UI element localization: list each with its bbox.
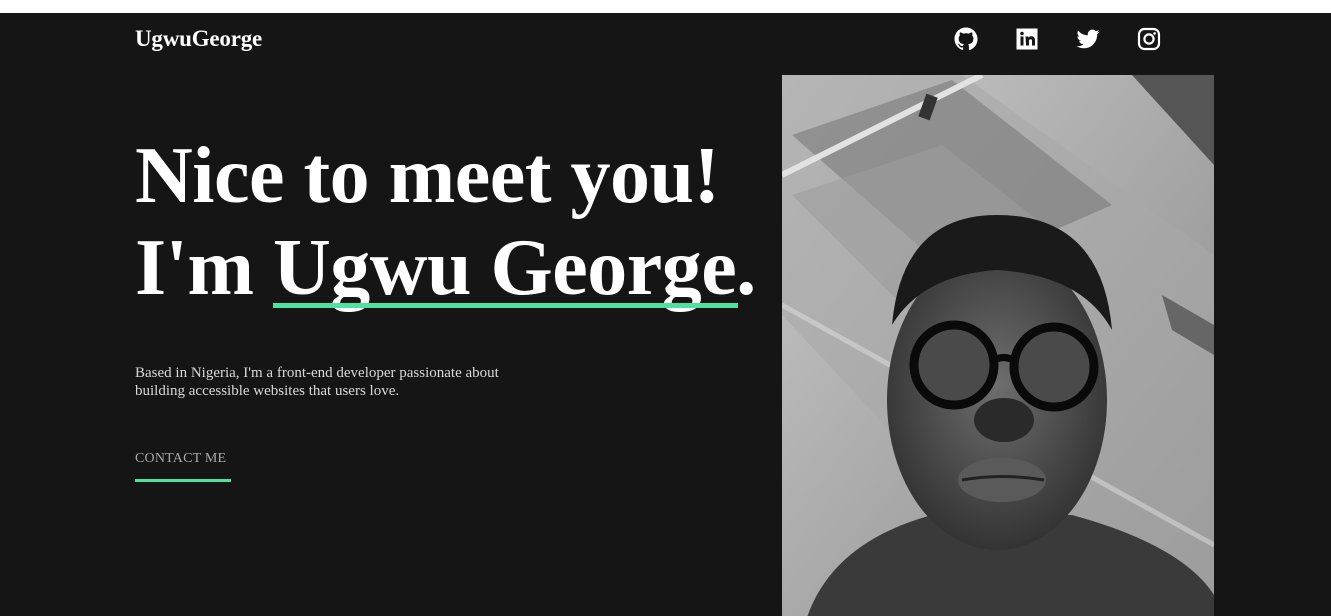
page: UgwuGeorge Nice to meet you! I'm Ugwu Ge… — [0, 13, 1331, 616]
headline-name: Ugwu George. — [273, 222, 756, 314]
contact-me-link[interactable]: CONTACT ME — [135, 451, 231, 482]
hero-headline: Nice to meet you! I'm Ugwu George. — [135, 130, 756, 314]
github-icon — [954, 27, 978, 51]
twitter-link[interactable] — [1076, 27, 1100, 51]
twitter-icon — [1076, 27, 1100, 51]
profile-photo — [782, 75, 1214, 616]
intro-text: Based in Nigeria, I'm a front-end develo… — [135, 365, 499, 399]
linkedin-icon — [1015, 27, 1039, 51]
github-link[interactable] — [954, 27, 978, 51]
headline-suffix: . — [736, 224, 756, 312]
social-links — [954, 27, 1161, 51]
headline-line-1: Nice to meet you! — [135, 132, 720, 220]
instagram-icon — [1137, 27, 1161, 51]
headline-name-text: Ugwu George — [273, 224, 737, 312]
site-logo[interactable]: UgwuGeorge — [135, 26, 262, 52]
linkedin-link[interactable] — [1015, 27, 1039, 51]
instagram-link[interactable] — [1137, 27, 1161, 51]
headline-prefix: I'm — [135, 224, 273, 312]
